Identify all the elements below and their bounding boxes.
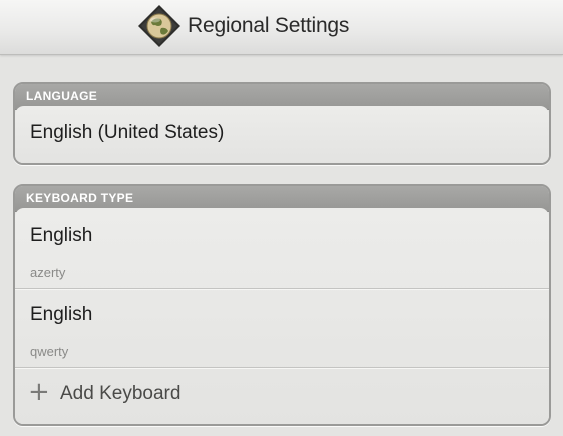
add-keyboard-button[interactable]: + Add Keyboard	[15, 369, 549, 424]
language-value: English (United States)	[30, 122, 225, 143]
globe-icon	[138, 5, 180, 47]
keyboard-item-name: English	[30, 225, 93, 246]
add-keyboard-label: Add Keyboard	[60, 383, 181, 404]
keyboard-group: KEYBOARD TYPE English azerty English qwe…	[13, 184, 551, 426]
keyboard-item-azerty[interactable]: English azerty	[15, 208, 549, 288]
header-title-group: Regional Settings	[136, 3, 349, 49]
keyboard-item-qwerty[interactable]: English qwerty	[15, 290, 549, 367]
keyboard-list: English azerty English qwerty + Add Keyb…	[15, 208, 549, 424]
keyboard-item-layout: qwerty	[30, 344, 69, 359]
app-header: Regional Settings	[0, 0, 563, 55]
language-row[interactable]: English (United States)	[15, 106, 549, 163]
language-group: LANGUAGE English (United States)	[13, 82, 551, 165]
keyboard-item-name: English	[30, 304, 93, 325]
plus-icon: +	[28, 377, 50, 407]
keyboard-item-layout: azerty	[30, 265, 66, 280]
page-title: Regional Settings	[188, 14, 350, 37]
